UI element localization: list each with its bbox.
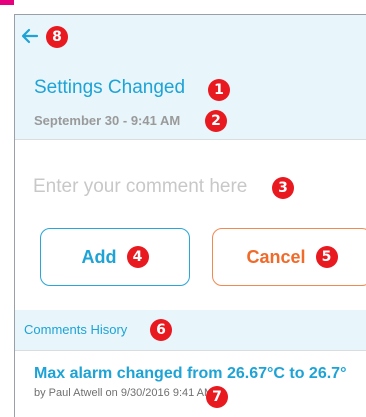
corner-marker (0, 0, 14, 5)
callout-marker-5: 5 (315, 246, 338, 268)
history-item-title: Max alarm changed from 26.67°C to 26.7° (34, 365, 347, 382)
history-item-meta: by Paul Atwell on 9/30/2016 9:41 AM (34, 387, 214, 399)
detail-header: 8 Settings Changed 1 September 30 - 9:41… (15, 15, 366, 140)
add-button[interactable]: Add 4 (40, 228, 190, 286)
callout-marker-4: 4 (126, 246, 149, 268)
comments-history-header: Comments Hisory 6 (15, 310, 366, 351)
add-button-label: Add (81, 246, 117, 267)
cancel-button-label: Cancel (246, 246, 306, 267)
callout-marker-3: 3 (272, 177, 294, 199)
cancel-button[interactable]: Cancel 5 (212, 228, 366, 286)
comments-history-label: Comments Hisory (24, 322, 128, 337)
page-title: Settings Changed (34, 77, 186, 98)
settings-detail-screen: 8 Settings Changed 1 September 30 - 9:41… (14, 14, 366, 417)
back-arrow-icon[interactable] (19, 25, 41, 47)
callout-marker-6: 6 (150, 319, 172, 341)
comment-input[interactable]: Enter your comment here (33, 176, 247, 198)
callout-marker-1: 1 (208, 79, 230, 101)
callout-marker-7: 7 (206, 386, 228, 408)
callout-marker-8: 8 (46, 26, 68, 48)
callout-marker-2: 2 (205, 110, 227, 132)
event-timestamp: September 30 - 9:41 AM (34, 113, 181, 128)
